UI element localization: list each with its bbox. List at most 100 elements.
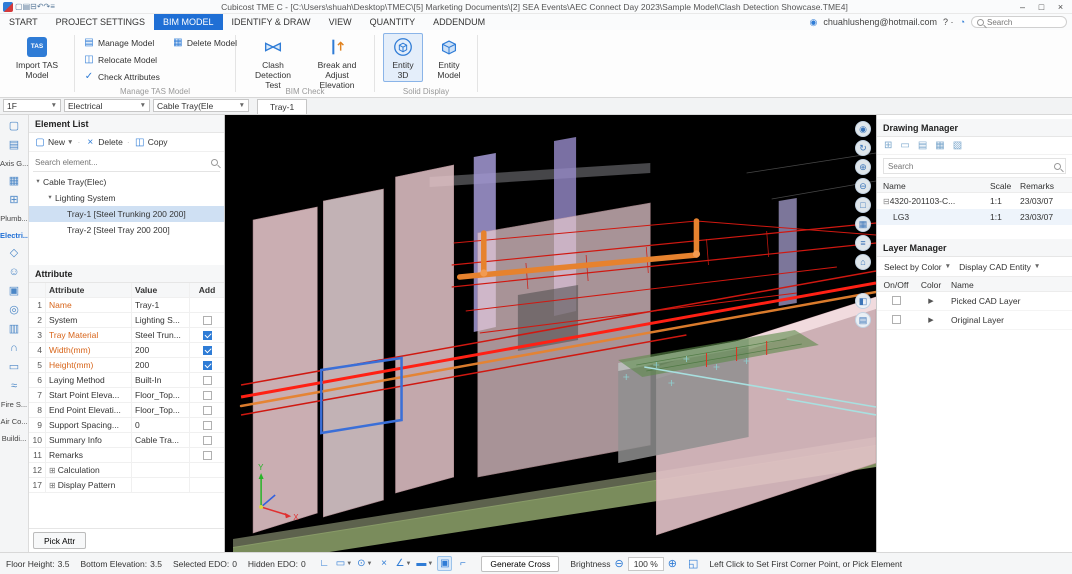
add-checkbox[interactable] [203,391,212,400]
lighting-icon[interactable]: ◎ [0,301,28,320]
menu-icon[interactable]: ≡ [50,2,55,11]
layers-view-icon[interactable]: ▤ [855,312,871,328]
attribute-value[interactable] [132,448,190,462]
document-tab-tray1[interactable]: Tray-1 [257,99,307,114]
copy-element-button[interactable]: ◫ Copy [133,137,169,148]
delete-element-button[interactable]: × Delete [83,137,124,148]
brightness-decrease-button[interactable]: ⊖ [615,557,624,570]
discipline-selector[interactable]: Electrical▼ [64,99,150,112]
attribute-row[interactable]: 8End Point Elevati...Floor_Top... [29,403,224,418]
split-drawing-icon[interactable]: ▦ [935,140,944,151]
entity-model-button[interactable]: Entity Model [429,33,469,82]
attribute-value[interactable]: Built-In [132,373,190,387]
model-3d-scene[interactable]: Y X [225,115,876,552]
import-drawing-icon[interactable]: ▤ [918,140,927,151]
attribute-row[interactable]: 9Support Spacing...0 [29,418,224,433]
attribute-value[interactable]: Tray-1 [132,298,190,312]
cross-view-toggle-icon[interactable]: ▣ [437,556,452,571]
open-drawing-icon[interactable]: ▭ [900,140,909,151]
cable-tray-icon[interactable]: ▥ [0,320,28,339]
attribute-value[interactable]: 200 [132,343,190,357]
break-adjust-elevation-button[interactable]: Break and Adjust Elevation [308,33,366,93]
floor-selector[interactable]: 1F▼ [3,99,61,112]
distribution-box-icon[interactable]: ▣ [0,282,28,301]
table-icon[interactable]: ⊞ [0,191,28,210]
notification-icon[interactable]: ◔ [960,17,965,27]
sidebar-section-buildi[interactable]: Buildi... [0,430,28,447]
ortho-mode-icon[interactable]: ▭▼ [335,556,353,571]
add-checkbox[interactable] [203,346,212,355]
clash-detection-test-button[interactable]: Clash Detection Test [244,33,302,93]
section-toggle-icon[interactable]: ⌐ [455,556,470,571]
layer-visibility-checkbox[interactable] [892,296,901,305]
close-button[interactable]: × [1052,2,1069,12]
zoom-in-icon[interactable]: ⊕ [855,159,871,175]
device-icon[interactable]: ☺ [0,263,28,282]
new-icon[interactable]: ▢ [15,2,23,11]
select-tool-icon[interactable]: ▢ [0,117,28,136]
entity-3d-button[interactable]: Entity 3D [383,33,423,82]
tree-item-tray-2-steel-tray-200-200[interactable]: Tray-2 [Steel Tray 200 200] [29,222,224,238]
add-checkbox[interactable] [203,436,212,445]
tab-identify-draw[interactable]: IDENTIFY & DRAW [223,14,320,30]
drawing-row-4320-201103-c[interactable]: ⊟4320-201103-C...1:123/03/07 [877,193,1072,209]
line-style-icon[interactable]: ▬▼ [415,556,434,571]
attribute-row[interactable]: 11Remarks [29,448,224,463]
select-by-color-dropdown[interactable]: Select by Color▼ [884,262,951,272]
attribute-value[interactable]: Floor_Top... [132,388,190,402]
layer-visibility-checkbox[interactable] [892,315,901,324]
sidebar-section-electri[interactable]: Electri... [0,227,28,244]
view-cube-icon[interactable]: ◉ [855,121,871,137]
element-type-selector[interactable]: Cable Tray(Ele▼ [153,99,249,112]
help-button[interactable]: ? · [943,17,954,27]
section-box-icon[interactable]: ◧ [855,293,871,309]
add-checkbox[interactable] [203,451,212,460]
locate-drawing-icon[interactable]: ▧ [953,140,962,151]
expand-plus-icon[interactable]: ⊞ [49,466,56,475]
relocate-model-button[interactable]: ◫Relocate Model [83,51,160,68]
tab-project-settings[interactable]: PROJECT SETTINGS [47,14,154,30]
orbit-icon[interactable]: ↻ [855,140,871,156]
pick-attr-button[interactable]: Pick Attr [33,532,86,549]
zoom-extents-icon[interactable]: □ [855,197,871,213]
tab-start[interactable]: START [0,14,47,30]
sidebar-section-fire-s[interactable]: Fire S... [0,396,28,413]
new-element-button[interactable]: ▢ New ▼ [33,137,74,148]
drawing-search-input[interactable] [888,162,1051,171]
add-checkbox[interactable] [203,376,212,385]
attribute-value[interactable]: Floor_Top... [132,403,190,417]
layer-expand-icon[interactable]: ▶ [915,316,947,324]
open-icon[interactable]: ▤ [23,2,31,11]
attribute-row[interactable]: 4Width(mm)200 [29,343,224,358]
zoom-out-icon[interactable]: ⊖ [855,178,871,194]
snap-mode-icon[interactable]: ⊙▼ [356,556,373,571]
attribute-value[interactable]: Steel Trun... [132,328,190,342]
tree-item-tray-1-steel-trunking-200-200[interactable]: Tray-1 [Steel Trunking 200 200] [29,206,224,222]
attribute-value[interactable] [132,478,190,492]
element-search-input[interactable] [35,158,207,167]
check-attributes-button[interactable]: ✓Check Attributes [83,68,160,85]
maximize-button[interactable]: □ [1033,2,1050,12]
tab-addendum[interactable]: ADDENDUM [424,14,494,30]
drawing-row-lg3[interactable]: LG31:123/03/07 [877,209,1072,225]
tab-view[interactable]: VIEW [320,14,361,30]
display-cad-entity-dropdown[interactable]: Display CAD Entity▼ [959,262,1040,272]
tree-item-lighting-system[interactable]: ▾Lighting System [29,190,224,206]
expander-icon[interactable]: ⊟ [883,197,890,206]
fitting-icon[interactable]: ◇ [0,244,28,263]
attribute-row[interactable]: 12⊞Calculation [29,463,224,478]
delete-model-button[interactable]: ▦Delete Model [172,34,237,51]
angle-tool-icon[interactable]: ∠▼ [395,556,413,571]
attribute-row[interactable]: 10Summary InfoCable Tra... [29,433,224,448]
attribute-row[interactable]: 6Laying MethodBuilt-In [29,373,224,388]
sidebar-section-air-co[interactable]: Air Co... [0,413,28,430]
brightness-increase-button[interactable]: ⊕ [668,557,677,570]
manage-model-button[interactable]: ▤Manage Model [83,34,160,51]
axis-grid-icon[interactable]: ▦ [0,172,28,191]
ucs-icon[interactable]: ∟ [317,556,332,571]
layer-row-picked-cad-layer[interactable]: ▶Picked CAD Layer [877,292,1072,311]
trunking-icon[interactable]: ▭ [0,358,28,377]
attribute-row[interactable]: 2SystemLighting S... [29,313,224,328]
account-email[interactable]: chuahlusheng@hotmail.com [823,17,937,27]
wire-icon[interactable]: ≈ [0,377,28,396]
